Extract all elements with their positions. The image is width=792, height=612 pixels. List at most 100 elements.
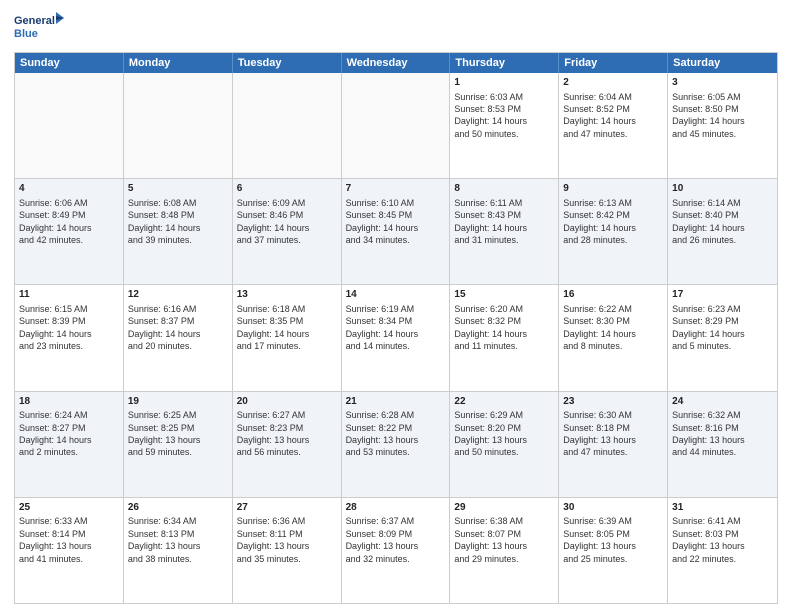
day-info: Sunrise: 6:18 AM Sunset: 8:35 PM Dayligh… (237, 303, 337, 353)
day-cell-12: 12Sunrise: 6:16 AM Sunset: 8:37 PM Dayli… (124, 285, 233, 390)
week-row-3: 11Sunrise: 6:15 AM Sunset: 8:39 PM Dayli… (15, 285, 777, 391)
day-info: Sunrise: 6:13 AM Sunset: 8:42 PM Dayligh… (563, 197, 663, 247)
day-cell-29: 29Sunrise: 6:38 AM Sunset: 8:07 PM Dayli… (450, 498, 559, 603)
day-number: 6 (237, 182, 337, 196)
empty-cell (15, 73, 124, 178)
day-cell-26: 26Sunrise: 6:34 AM Sunset: 8:13 PM Dayli… (124, 498, 233, 603)
day-number: 9 (563, 182, 663, 196)
day-number: 16 (563, 288, 663, 302)
day-number: 3 (672, 76, 773, 90)
day-header-thursday: Thursday (450, 53, 559, 73)
day-info: Sunrise: 6:05 AM Sunset: 8:50 PM Dayligh… (672, 91, 773, 141)
day-number: 10 (672, 182, 773, 196)
day-cell-20: 20Sunrise: 6:27 AM Sunset: 8:23 PM Dayli… (233, 392, 342, 497)
day-info: Sunrise: 6:03 AM Sunset: 8:53 PM Dayligh… (454, 91, 554, 141)
day-cell-2: 2Sunrise: 6:04 AM Sunset: 8:52 PM Daylig… (559, 73, 668, 178)
day-number: 29 (454, 501, 554, 515)
day-info: Sunrise: 6:34 AM Sunset: 8:13 PM Dayligh… (128, 515, 228, 565)
day-number: 4 (19, 182, 119, 196)
day-info: Sunrise: 6:39 AM Sunset: 8:05 PM Dayligh… (563, 515, 663, 565)
day-number: 24 (672, 395, 773, 409)
day-number: 7 (346, 182, 446, 196)
day-info: Sunrise: 6:28 AM Sunset: 8:22 PM Dayligh… (346, 409, 446, 459)
day-cell-11: 11Sunrise: 6:15 AM Sunset: 8:39 PM Dayli… (15, 285, 124, 390)
day-cell-25: 25Sunrise: 6:33 AM Sunset: 8:14 PM Dayli… (15, 498, 124, 603)
day-cell-3: 3Sunrise: 6:05 AM Sunset: 8:50 PM Daylig… (668, 73, 777, 178)
day-info: Sunrise: 6:22 AM Sunset: 8:30 PM Dayligh… (563, 303, 663, 353)
day-info: Sunrise: 6:19 AM Sunset: 8:34 PM Dayligh… (346, 303, 446, 353)
day-info: Sunrise: 6:24 AM Sunset: 8:27 PM Dayligh… (19, 409, 119, 459)
day-info: Sunrise: 6:25 AM Sunset: 8:25 PM Dayligh… (128, 409, 228, 459)
day-cell-30: 30Sunrise: 6:39 AM Sunset: 8:05 PM Dayli… (559, 498, 668, 603)
calendar: SundayMondayTuesdayWednesdayThursdayFrid… (14, 52, 778, 604)
day-cell-8: 8Sunrise: 6:11 AM Sunset: 8:43 PM Daylig… (450, 179, 559, 284)
logo: General Blue (14, 10, 64, 46)
day-info: Sunrise: 6:16 AM Sunset: 8:37 PM Dayligh… (128, 303, 228, 353)
day-number: 23 (563, 395, 663, 409)
day-cell-9: 9Sunrise: 6:13 AM Sunset: 8:42 PM Daylig… (559, 179, 668, 284)
day-header-wednesday: Wednesday (342, 53, 451, 73)
day-header-saturday: Saturday (668, 53, 777, 73)
day-info: Sunrise: 6:32 AM Sunset: 8:16 PM Dayligh… (672, 409, 773, 459)
day-cell-5: 5Sunrise: 6:08 AM Sunset: 8:48 PM Daylig… (124, 179, 233, 284)
day-cell-13: 13Sunrise: 6:18 AM Sunset: 8:35 PM Dayli… (233, 285, 342, 390)
day-info: Sunrise: 6:36 AM Sunset: 8:11 PM Dayligh… (237, 515, 337, 565)
day-cell-18: 18Sunrise: 6:24 AM Sunset: 8:27 PM Dayli… (15, 392, 124, 497)
day-header-sunday: Sunday (15, 53, 124, 73)
week-row-4: 18Sunrise: 6:24 AM Sunset: 8:27 PM Dayli… (15, 392, 777, 498)
day-number: 11 (19, 288, 119, 302)
day-cell-23: 23Sunrise: 6:30 AM Sunset: 8:18 PM Dayli… (559, 392, 668, 497)
day-cell-24: 24Sunrise: 6:32 AM Sunset: 8:16 PM Dayli… (668, 392, 777, 497)
day-cell-14: 14Sunrise: 6:19 AM Sunset: 8:34 PM Dayli… (342, 285, 451, 390)
day-info: Sunrise: 6:41 AM Sunset: 8:03 PM Dayligh… (672, 515, 773, 565)
day-info: Sunrise: 6:14 AM Sunset: 8:40 PM Dayligh… (672, 197, 773, 247)
day-info: Sunrise: 6:04 AM Sunset: 8:52 PM Dayligh… (563, 91, 663, 141)
day-number: 15 (454, 288, 554, 302)
day-number: 27 (237, 501, 337, 515)
day-number: 8 (454, 182, 554, 196)
day-info: Sunrise: 6:11 AM Sunset: 8:43 PM Dayligh… (454, 197, 554, 247)
day-cell-31: 31Sunrise: 6:41 AM Sunset: 8:03 PM Dayli… (668, 498, 777, 603)
day-cell-19: 19Sunrise: 6:25 AM Sunset: 8:25 PM Dayli… (124, 392, 233, 497)
day-info: Sunrise: 6:29 AM Sunset: 8:20 PM Dayligh… (454, 409, 554, 459)
day-number: 20 (237, 395, 337, 409)
day-number: 28 (346, 501, 446, 515)
day-info: Sunrise: 6:23 AM Sunset: 8:29 PM Dayligh… (672, 303, 773, 353)
empty-cell (342, 73, 451, 178)
day-cell-4: 4Sunrise: 6:06 AM Sunset: 8:49 PM Daylig… (15, 179, 124, 284)
empty-cell (233, 73, 342, 178)
header: General Blue (14, 10, 778, 46)
empty-cell (124, 73, 233, 178)
day-info: Sunrise: 6:10 AM Sunset: 8:45 PM Dayligh… (346, 197, 446, 247)
week-row-2: 4Sunrise: 6:06 AM Sunset: 8:49 PM Daylig… (15, 179, 777, 285)
day-headers: SundayMondayTuesdayWednesdayThursdayFrid… (15, 53, 777, 73)
day-number: 5 (128, 182, 228, 196)
day-header-monday: Monday (124, 53, 233, 73)
day-number: 21 (346, 395, 446, 409)
day-number: 18 (19, 395, 119, 409)
svg-text:General: General (14, 15, 55, 27)
day-info: Sunrise: 6:30 AM Sunset: 8:18 PM Dayligh… (563, 409, 663, 459)
day-cell-27: 27Sunrise: 6:36 AM Sunset: 8:11 PM Dayli… (233, 498, 342, 603)
page: General Blue SundayMondayTuesdayWednesda… (0, 0, 792, 612)
day-number: 12 (128, 288, 228, 302)
day-cell-6: 6Sunrise: 6:09 AM Sunset: 8:46 PM Daylig… (233, 179, 342, 284)
day-cell-1: 1Sunrise: 6:03 AM Sunset: 8:53 PM Daylig… (450, 73, 559, 178)
day-number: 25 (19, 501, 119, 515)
day-number: 14 (346, 288, 446, 302)
day-cell-16: 16Sunrise: 6:22 AM Sunset: 8:30 PM Dayli… (559, 285, 668, 390)
day-number: 26 (128, 501, 228, 515)
day-number: 1 (454, 76, 554, 90)
week-row-1: 1Sunrise: 6:03 AM Sunset: 8:53 PM Daylig… (15, 73, 777, 179)
day-number: 2 (563, 76, 663, 90)
day-number: 19 (128, 395, 228, 409)
day-cell-17: 17Sunrise: 6:23 AM Sunset: 8:29 PM Dayli… (668, 285, 777, 390)
day-number: 31 (672, 501, 773, 515)
day-header-friday: Friday (559, 53, 668, 73)
day-info: Sunrise: 6:20 AM Sunset: 8:32 PM Dayligh… (454, 303, 554, 353)
day-cell-10: 10Sunrise: 6:14 AM Sunset: 8:40 PM Dayli… (668, 179, 777, 284)
day-number: 30 (563, 501, 663, 515)
day-cell-22: 22Sunrise: 6:29 AM Sunset: 8:20 PM Dayli… (450, 392, 559, 497)
day-info: Sunrise: 6:33 AM Sunset: 8:14 PM Dayligh… (19, 515, 119, 565)
day-cell-28: 28Sunrise: 6:37 AM Sunset: 8:09 PM Dayli… (342, 498, 451, 603)
